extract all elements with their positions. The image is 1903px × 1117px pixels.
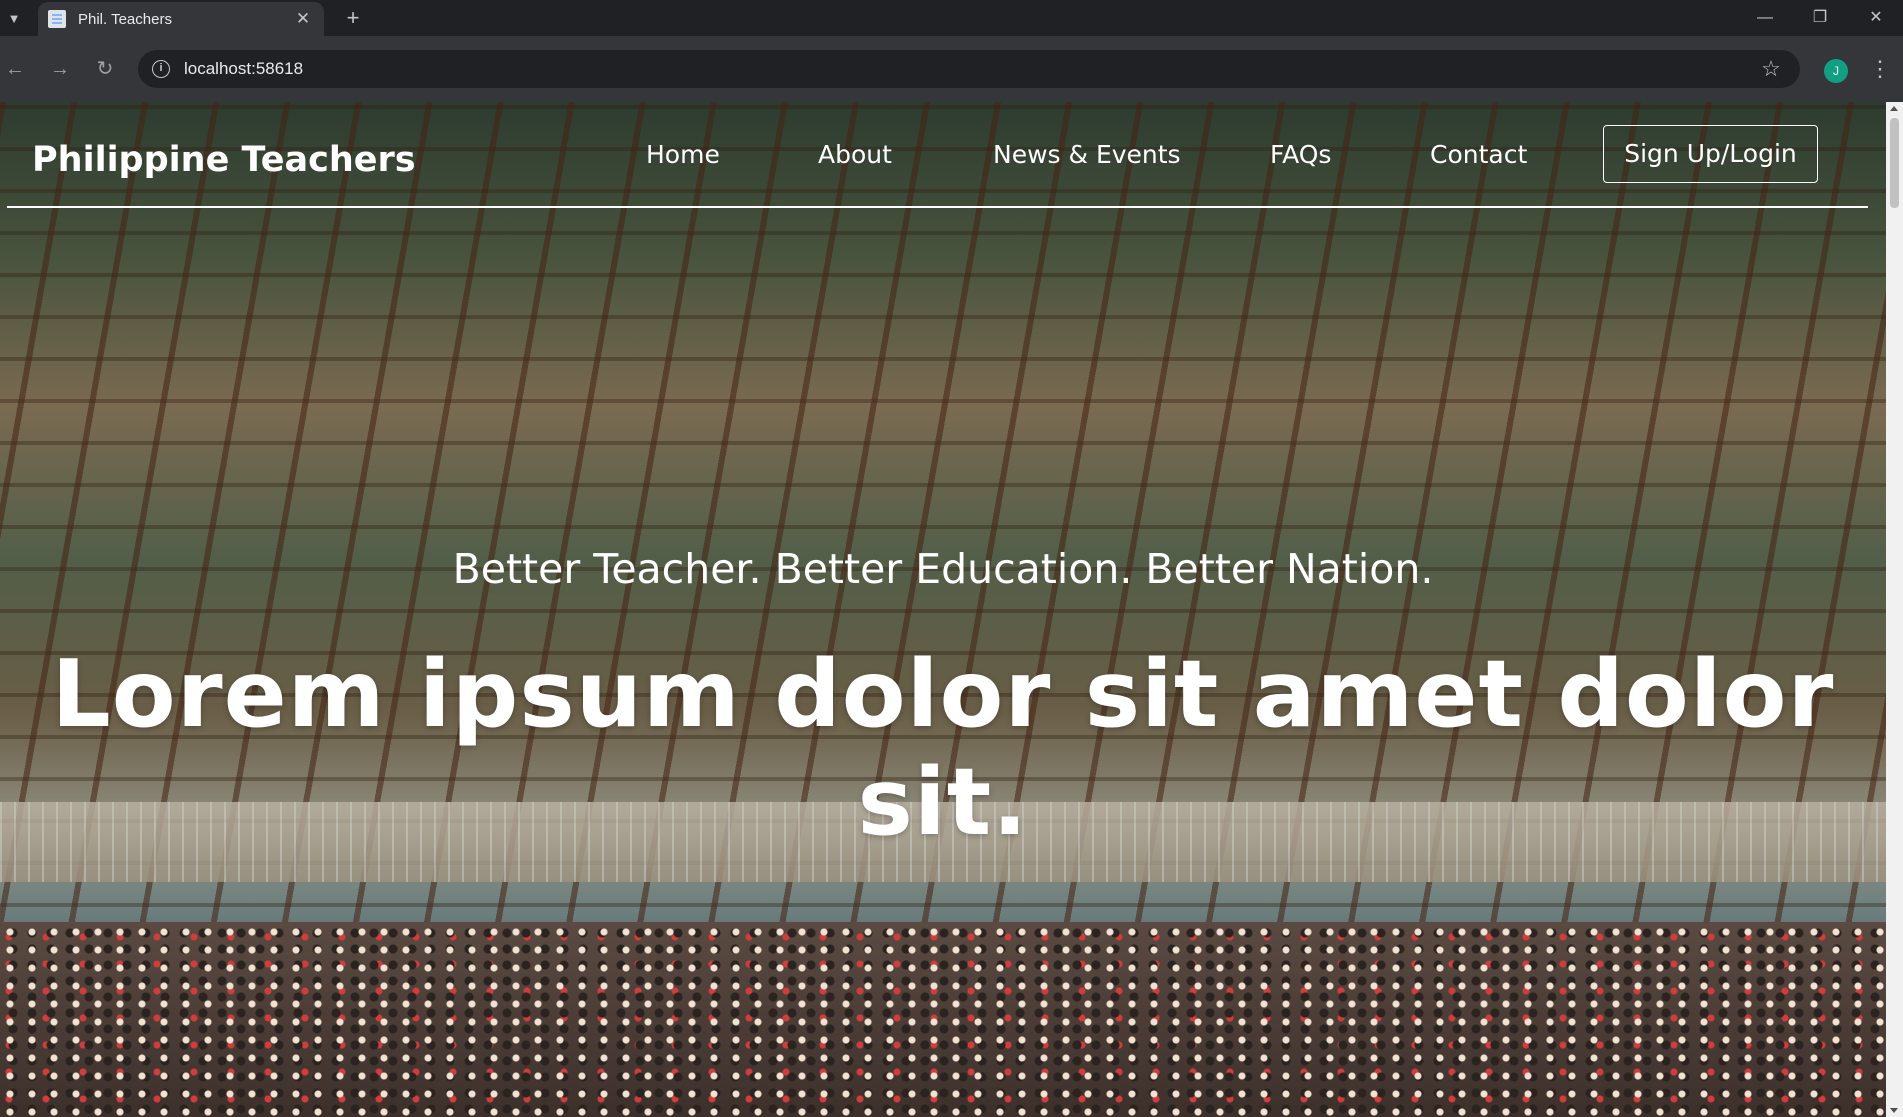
- new-tab-plus-icon[interactable]: +: [340, 5, 366, 31]
- browser-menu-icon[interactable]: ⋮: [1868, 54, 1892, 84]
- signup-login-button[interactable]: Sign Up/Login: [1603, 125, 1818, 183]
- back-arrow-icon[interactable]: ←: [0, 54, 30, 84]
- nav-news-events[interactable]: News & Events: [993, 140, 1181, 169]
- page-scrollbar[interactable]: [1886, 102, 1903, 1117]
- scroll-up-arrow-icon[interactable]: [1890, 106, 1898, 111]
- url-text: localhost:58618: [184, 59, 304, 78]
- browser-toolbar: ← → ↻ i localhost:58618 ☆ J ⋮: [0, 36, 1903, 102]
- browser-tab[interactable]: Phil. Teachers ✕: [38, 2, 324, 36]
- forward-arrow-icon[interactable]: →: [45, 54, 75, 84]
- hero-crowd-area: [0, 922, 1886, 1117]
- nav-about[interactable]: About: [818, 140, 892, 169]
- nav-faqs[interactable]: FAQs: [1270, 140, 1331, 169]
- site-info-icon[interactable]: i: [152, 60, 170, 78]
- hero-tagline: Better Teacher. Better Education. Better…: [452, 545, 1434, 593]
- close-window-icon[interactable]: ✕: [1856, 4, 1896, 32]
- profile-avatar[interactable]: J: [1824, 59, 1848, 83]
- tab-close-icon[interactable]: ✕: [292, 8, 314, 30]
- site-brand[interactable]: Philippine Teachers: [32, 140, 416, 180]
- page-favicon-icon: [48, 10, 66, 28]
- hero-headline: Lorem ipsum dolor sit amet dolor sit.: [51, 640, 1835, 856]
- address-bar[interactable]: i localhost:58618 ☆: [138, 50, 1800, 88]
- tab-search-chevron-icon[interactable]: ▼: [2, 6, 26, 30]
- page-viewport: Philippine Teachers Home About News & Ev…: [0, 102, 1886, 1117]
- header-divider: [7, 206, 1868, 208]
- bookmark-star-icon[interactable]: ☆: [1758, 56, 1784, 82]
- minimize-icon[interactable]: —: [1745, 4, 1785, 32]
- reload-icon[interactable]: ↻: [90, 54, 120, 84]
- nav-contact[interactable]: Contact: [1430, 140, 1527, 169]
- site-header: Philippine Teachers Home About News & Ev…: [0, 102, 1886, 206]
- tab-title: Phil. Teachers: [78, 11, 172, 28]
- scroll-thumb[interactable]: [1890, 118, 1899, 208]
- browser-tab-bar: ▼ Phil. Teachers ✕ + — ❐ ✕: [0, 0, 1903, 36]
- scroll-down-arrow-icon[interactable]: [1890, 1108, 1898, 1113]
- nav-home[interactable]: Home: [646, 140, 720, 169]
- restore-icon[interactable]: ❐: [1800, 4, 1840, 32]
